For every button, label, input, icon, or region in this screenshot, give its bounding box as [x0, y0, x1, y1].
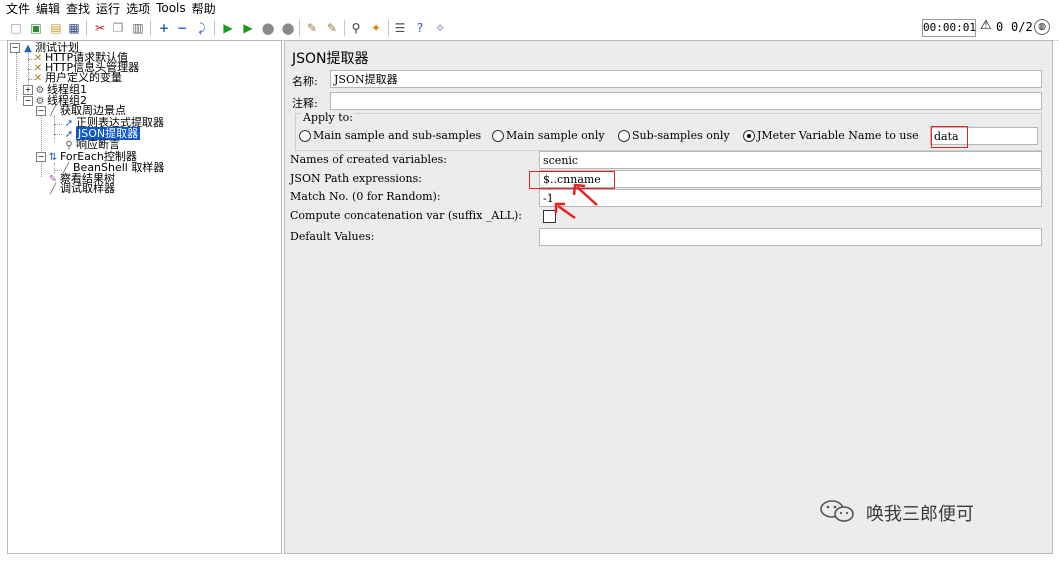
warning-icon[interactable]: ⚠	[980, 18, 992, 33]
concat-label: Compute concatenation var (suffix _ALL):	[290, 209, 522, 222]
json-path-label: JSON Path expressions:	[290, 172, 422, 185]
match-no-field[interactable]: -1	[539, 189, 1042, 207]
toolbar: □ ▣ ▤ ▦ ✂ ❐ ▥ + − ⤸ ▶ ▶ ● ● ✎ ✎ ⚲ ✦ ☰ ? …	[0, 16, 1059, 41]
collapse-toggle-thread-group-2[interactable]: −	[23, 96, 33, 106]
toggle-icon[interactable]: ⤸	[194, 20, 210, 36]
default-values-field[interactable]	[539, 228, 1042, 246]
radio-jmeter-variable[interactable]	[743, 130, 755, 142]
name-field[interactable]: JSON提取器	[330, 70, 1042, 88]
radio-main-and-sub[interactable]	[299, 130, 311, 142]
tree-node-debug-sampler[interactable]: ╱ 调试取样器	[47, 183, 115, 196]
name-label: 名称:	[292, 75, 318, 88]
controller-icon: ⇅	[48, 152, 58, 163]
clear-icon[interactable]: ✎	[304, 20, 320, 36]
menu-tools[interactable]: Tools	[156, 1, 186, 15]
new-icon[interactable]: □	[8, 20, 24, 36]
menu-help[interactable]: 帮助	[192, 0, 216, 17]
start-no-pause-icon[interactable]: ▶	[240, 20, 256, 36]
json-extractor-panel: JSON提取器 名称: JSON提取器 注释: Apply to: Main s…	[284, 40, 1053, 554]
menu-edit[interactable]: 编辑	[36, 0, 60, 17]
shutdown-icon[interactable]: ●	[280, 20, 296, 36]
page-title: JSON提取器	[292, 51, 369, 67]
menu-search[interactable]: 查找	[66, 0, 90, 17]
highlight-box-variable	[931, 126, 968, 148]
radio-main-only[interactable]	[492, 130, 504, 142]
test-plan-tree[interactable]: − ▲ 测试计划 ✕ HTTP请求默认值 ✕ HTTP信息头管理器 ✕ 用户定义的变量 …	[7, 40, 282, 554]
annotation-arrow-match-no	[554, 202, 576, 220]
radio-sub-only[interactable]	[618, 130, 630, 142]
help-icon[interactable]: ?	[412, 20, 428, 36]
sampler-icon: ╱	[49, 106, 57, 117]
collapse-toggle-test-plan[interactable]: −	[10, 43, 20, 53]
wechat-icon	[820, 500, 854, 522]
watermark-text: 唤我三郎便可	[866, 504, 974, 525]
copy-icon[interactable]: ❐	[110, 20, 126, 36]
sampler-icon: ╱	[49, 184, 57, 195]
remote-globe-icon[interactable]: ◍	[1034, 19, 1050, 35]
radio-jmeter-variable-label[interactable]: JMeter Variable Name to use	[757, 130, 919, 142]
names-field[interactable]: scenic	[539, 151, 1042, 169]
active-threads: 0/2	[1011, 20, 1033, 34]
apply-to-label: Apply to:	[301, 111, 356, 124]
open-icon[interactable]: ▤	[48, 20, 64, 36]
names-label: Names of created variables:	[290, 153, 447, 166]
cut-icon[interactable]: ✂	[92, 20, 108, 36]
clear-all-icon[interactable]: ✎	[324, 20, 340, 36]
expand-icon[interactable]: +	[156, 20, 172, 36]
radio-sub-only-label[interactable]: Sub-samples only	[632, 130, 730, 142]
reset-search-icon[interactable]: ✦	[368, 20, 384, 36]
paste-icon[interactable]: ▥	[130, 20, 146, 36]
elapsed-timer: 00:00:01	[922, 19, 976, 37]
comment-label: 注释:	[292, 97, 318, 110]
default-values-label: Default Values:	[290, 230, 375, 243]
menu-bar: 文件 编辑 查找 运行 选项 Tools 帮助	[0, 0, 1059, 16]
radio-main-and-sub-label[interactable]: Main sample and sub-samples	[313, 130, 481, 142]
search-icon[interactable]: ⚲	[348, 20, 364, 36]
function-helper-icon[interactable]: ☰	[392, 20, 408, 36]
warning-count: 0	[996, 20, 1004, 34]
collapse-icon[interactable]: −	[174, 20, 190, 36]
expand-toggle-thread-group-1[interactable]: +	[23, 85, 33, 95]
comment-field[interactable]	[330, 92, 1042, 110]
remote-icon[interactable]: ✧	[432, 20, 448, 36]
templates-icon[interactable]: ▣	[28, 20, 44, 36]
save-icon[interactable]: ▦	[66, 20, 82, 36]
stop-icon[interactable]: ●	[260, 20, 276, 36]
radio-main-only-label[interactable]: Main sample only	[506, 130, 605, 142]
collapse-toggle-get-nearby[interactable]: −	[36, 106, 46, 116]
match-no-label: Match No. (0 for Random):	[290, 190, 441, 203]
collapse-toggle-foreach[interactable]: −	[36, 152, 46, 162]
menu-options[interactable]: 选项	[126, 0, 150, 17]
menu-run[interactable]: 运行	[96, 0, 120, 17]
menu-file[interactable]: 文件	[6, 0, 30, 17]
start-icon[interactable]: ▶	[220, 20, 236, 36]
